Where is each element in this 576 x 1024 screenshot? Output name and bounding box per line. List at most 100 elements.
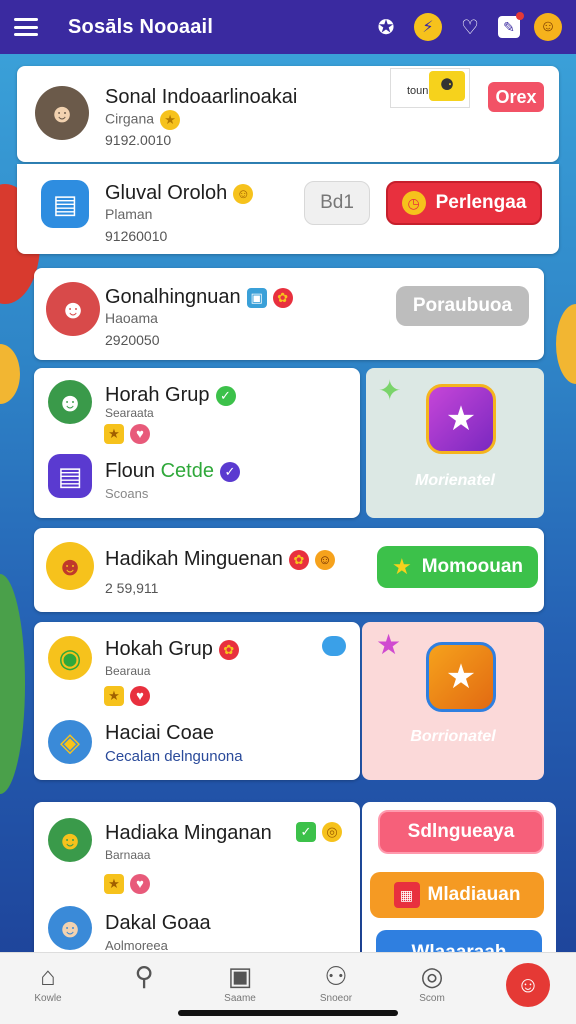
mladiauan-button[interactable]: ▦ Mladiauan [370, 872, 544, 918]
verified-icon: ✓ [219, 461, 240, 482]
top-app-bar: Sosāls Nooaail ✪ ⚡ ♡ ✎ ☺ [0, 0, 576, 54]
featured-panel[interactable]: ★ ★ Borrionatel [362, 622, 544, 780]
contact-number: 9192.0010 [105, 132, 172, 148]
flower-icon: ✿ [218, 639, 239, 660]
contact-name: Hadiaka Minganan [105, 822, 272, 844]
poraubuoa-button[interactable]: Poraubuoa [396, 286, 529, 326]
lightning-icon[interactable]: ⚡ [414, 13, 442, 41]
momoouan-button[interactable]: ★ Momoouan [377, 546, 538, 588]
contact-subtitle: Barnaaa [105, 848, 151, 862]
chat-icon: ▤ [41, 180, 89, 228]
list-item[interactable]: ▤ Gluval Oroloh ☺ Plaman 91260010 Bd1 ◷ Pe… [17, 164, 559, 254]
contact-name: Floun Cetde ✓ [105, 460, 240, 483]
star-badge-icon: ★ [426, 384, 496, 454]
contact-name: Gluval Oroloh ☺ [105, 182, 254, 205]
smile-icon: ☺ [233, 183, 254, 204]
contact-name: Gonalhingnuan ▣ ✿ [105, 286, 293, 309]
group-name: Hokah Grup ✿ [105, 638, 239, 661]
contact-subtitle: Plaman [105, 206, 153, 222]
nav-label: Kowle [34, 993, 62, 1004]
contact-name: Sonal Indoaarlinoakai [105, 86, 298, 108]
secondary-button[interactable]: Bd1 [304, 181, 370, 225]
heart-icon: ♥ [130, 686, 150, 706]
perlengaa-button[interactable]: ◷ Perlengaa [386, 181, 542, 225]
panel-label: Morienatel [414, 472, 495, 489]
contact-name: Haciai Coae [105, 722, 214, 744]
background-decoration [0, 574, 25, 794]
list-item[interactable]: ◉ Hokah Grup ✿ Bearaua ★ ♥ ◈ Haciai Coae C… [34, 622, 360, 780]
group-subtitle: Searaata [105, 406, 154, 420]
group-subtitle: Bearaua [105, 664, 151, 678]
star-icon: ★ [160, 110, 181, 130]
heart-icon: ♥ [130, 874, 150, 894]
action-panel: Sdlngueaya ▦Mladiauan Wlaaaraah [362, 802, 556, 962]
contact-name: Hadikah Minguenan ✿ ☺ [105, 548, 335, 571]
reaction-icons: ★ ♥ [104, 424, 150, 444]
sdlngueaya-button[interactable]: Sdlngueaya [378, 810, 544, 854]
sparkle-icon: ★ [376, 629, 402, 660]
list-item[interactable]: ☻ Sonal Indoaarlinoakai Cirgana ★ 9192.00… [17, 66, 559, 162]
cup-icon: ▣ [246, 287, 267, 308]
avatar: ☻ [46, 282, 100, 336]
flower-icon: ✿ [288, 549, 309, 570]
avatar: ☻ [48, 906, 92, 950]
profile-emoji-icon[interactable]: ☺ [534, 13, 562, 41]
list-item[interactable]: ☻ Horah Grup ✓ Searaata ★ ♥ ▤ Floun Cetde ✓… [34, 368, 360, 518]
check-icon: ✓ [296, 822, 316, 842]
clock-icon: ◷ [401, 191, 426, 215]
star-badge-icon: ★ [426, 642, 496, 712]
contact-name: Dakal Goaa [105, 912, 211, 934]
contact-number: 2 59,911 [105, 580, 159, 596]
home-indicator [178, 1010, 398, 1016]
menu-icon[interactable] [14, 18, 38, 36]
avatar: ☻ [48, 380, 92, 424]
avatar: ◉ [48, 636, 92, 680]
coin-icon: ◎ [322, 822, 342, 842]
star-icon: ★ [104, 424, 124, 444]
people-icon[interactable]: ✪ [372, 13, 400, 41]
nav-label: Scom [419, 993, 445, 1004]
status-icons: ✓ ◎ [296, 822, 342, 842]
background-decoration [0, 344, 20, 404]
badge-icon: ⚈ [429, 71, 465, 101]
panel-label: Borrionatel [410, 728, 496, 745]
contact-subtitle: Cirgana ★ [105, 110, 181, 130]
nav-item-profile[interactable]: ☺ [480, 953, 576, 1024]
verified-icon: ✓ [215, 385, 236, 406]
profile-icon: ☺ [506, 963, 550, 1007]
nav-label: Saame [224, 993, 256, 1004]
face-icon: ☺ [314, 549, 335, 570]
contact-subtitle: Haoama [105, 310, 158, 326]
people-icon: ⚇ [324, 961, 348, 991]
notification-dot [516, 12, 524, 20]
sparkle-icon: ✦ [378, 375, 402, 406]
reaction-icons: ★ ♥ [104, 686, 150, 706]
tablet-icon: ▣ [227, 961, 253, 991]
list-item[interactable]: ☻ Hadikah Minguenan ✿ ☺ 2 59,911 ★ Momoouan [34, 528, 544, 612]
gift-icon: ▦ [393, 882, 420, 908]
location-pin-icon[interactable]: ♡ [456, 13, 484, 41]
avatar: ☻ [46, 542, 94, 590]
flower-icon: ✿ [272, 287, 293, 308]
contact-subtitle: Aolmoreea [105, 938, 168, 953]
search-icon: ⚲ [134, 961, 154, 991]
heart-icon: ♥ [130, 424, 150, 444]
avatar: ☻ [35, 86, 89, 140]
nav-item-compass[interactable]: ◎ Scom [384, 953, 480, 1024]
list-item[interactable]: ☻ Gonalhingnuan ▣ ✿ Haoama 2920050 Poraubu… [34, 268, 544, 360]
edit-icon[interactable]: ✎ [498, 12, 524, 38]
star-icon: ★ [104, 686, 124, 706]
home-icon: ⌂ [40, 961, 56, 991]
contact-number: 2920050 [105, 332, 160, 348]
star-icon: ★ [391, 554, 412, 579]
featured-panel[interactable]: ✦ ★ Morienatel [366, 368, 544, 518]
list-item[interactable]: ☻ Hadiaka Minganan ✓ ◎ Barnaaa ★ ♥ ☻ Dakal… [34, 802, 360, 960]
app-title: Sosāls Nooaail [68, 15, 214, 38]
nav-item-home[interactable]: ⌂ Kowle [0, 953, 96, 1024]
star-icon: ★ [104, 874, 124, 894]
contact-subtitle: Cecalan delngunona [105, 748, 243, 765]
avatar: ☻ [48, 818, 92, 862]
orex-button[interactable]: Orex [488, 82, 544, 112]
compass-icon: ◎ [420, 961, 444, 991]
mini-tag: tounis ⚈ [390, 68, 470, 108]
